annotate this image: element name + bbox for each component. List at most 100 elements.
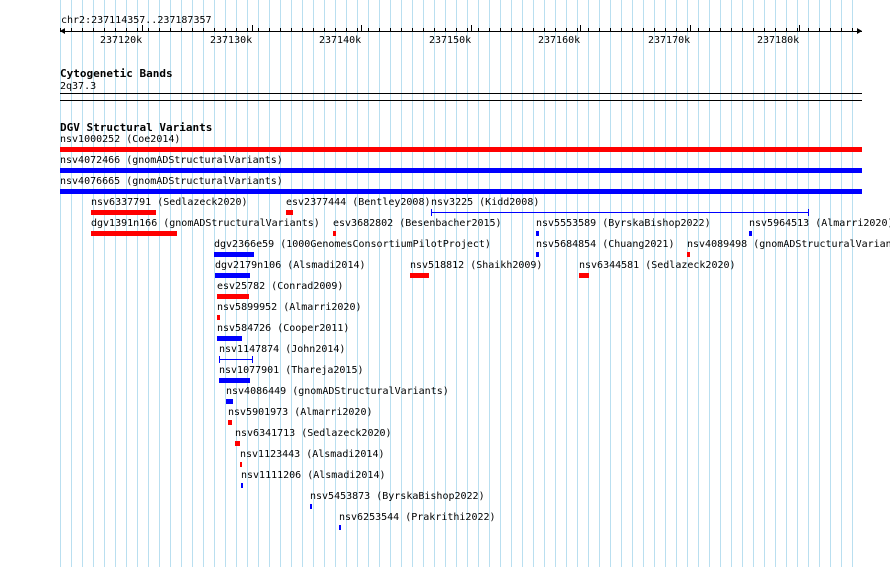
variant-feature[interactable] xyxy=(339,525,341,530)
ruler-minor-tick xyxy=(390,28,391,31)
variant-span-start xyxy=(431,209,432,216)
ruler-minor-tick xyxy=(225,28,226,31)
ruler-minor-tick xyxy=(478,28,479,31)
variant-label[interactable]: nsv6337791 (Sedlazeck2020) xyxy=(91,197,248,209)
variant-label[interactable]: esv3682802 (Besenbacher2015) xyxy=(333,218,502,230)
ruler-minor-tick xyxy=(170,28,171,31)
ruler-minor-tick xyxy=(676,28,677,31)
variant-span-start xyxy=(219,356,220,363)
ruler-minor-tick xyxy=(753,28,754,31)
variant-label[interactable]: dgv2366e59 (1000GenomesConsortiumPilotPr… xyxy=(214,239,491,251)
variant-feature[interactable] xyxy=(60,147,862,152)
variant-label[interactable]: nsv5901973 (Almarri2020) xyxy=(228,407,373,419)
variant-feature[interactable] xyxy=(219,356,253,363)
ruler-minor-tick xyxy=(577,28,578,31)
ruler-minor-tick xyxy=(621,28,622,31)
variant-feature[interactable] xyxy=(410,273,429,278)
ruler-minor-tick xyxy=(533,28,534,31)
variant-feature[interactable] xyxy=(286,210,293,215)
variant-feature[interactable] xyxy=(235,441,240,446)
variant-label[interactable]: nsv6341713 (Sedlazeck2020) xyxy=(235,428,392,440)
variant-label[interactable]: nsv5899952 (Almarri2020) xyxy=(217,302,362,314)
ruler-minor-tick xyxy=(742,28,743,31)
ruler-minor-tick xyxy=(643,28,644,31)
variant-feature[interactable] xyxy=(431,209,809,216)
ruler-minor-tick xyxy=(324,28,325,31)
variant-label[interactable]: esv2377444 (Bentley2008) xyxy=(286,197,431,209)
variant-feature[interactable] xyxy=(226,399,233,404)
ruler-minor-tick xyxy=(445,28,446,31)
variant-label[interactable]: nsv4072466 (gnomADStructuralVariants) xyxy=(60,155,283,167)
variant-label[interactable]: nsv518812 (Shaikh2009) xyxy=(410,260,542,272)
ruler-minor-tick xyxy=(797,28,798,31)
variant-feature[interactable] xyxy=(214,252,254,257)
ruler-minor-tick xyxy=(82,28,83,31)
ruler-minor-tick xyxy=(720,28,721,31)
variant-label[interactable]: nsv5964513 (Almarri2020) xyxy=(749,218,890,230)
variant-feature[interactable] xyxy=(217,336,242,341)
variant-label[interactable]: nsv1123443 (Alsmadi2014) xyxy=(240,449,385,461)
variant-span-end xyxy=(252,356,253,363)
ruler-minor-tick xyxy=(522,28,523,31)
variant-feature[interactable] xyxy=(60,189,862,194)
variant-span-end xyxy=(808,209,809,216)
ruler-minor-tick xyxy=(456,28,457,31)
variant-feature[interactable] xyxy=(310,504,312,509)
ruler-major-tick xyxy=(580,25,581,32)
variant-feature[interactable] xyxy=(217,294,249,299)
variant-feature[interactable] xyxy=(536,252,539,257)
variant-label[interactable]: nsv1000252 (Coe2014) xyxy=(60,134,180,146)
variant-label[interactable]: nsv584726 (Cooper2011) xyxy=(217,323,349,335)
variant-label[interactable]: dgv2179n106 (Alsmadi2014) xyxy=(215,260,366,272)
variant-feature[interactable] xyxy=(228,420,232,425)
variant-feature[interactable] xyxy=(217,315,220,320)
variant-feature[interactable] xyxy=(215,273,250,278)
ruler-tick-label: 237160k xyxy=(538,35,581,46)
ruler-minor-tick xyxy=(126,28,127,31)
variant-feature[interactable] xyxy=(91,210,156,215)
ruler-minor-tick xyxy=(544,28,545,31)
variant-feature[interactable] xyxy=(219,378,250,383)
ruler-major-tick xyxy=(361,25,362,32)
ruler-minor-tick xyxy=(181,28,182,31)
ruler-minor-tick xyxy=(192,28,193,31)
variant-feature[interactable] xyxy=(241,483,243,488)
ruler-minor-tick xyxy=(709,28,710,31)
variant-label[interactable]: nsv1077901 (Thareja2015) xyxy=(219,365,364,377)
cyto-band-line-top xyxy=(60,93,862,94)
variant-label[interactable]: nsv5553589 (ByrskaBishop2022) xyxy=(536,218,711,230)
variant-label[interactable]: nsv4089498 (gnomADStructuralVariants) xyxy=(687,239,890,251)
variant-label[interactable]: nsv6253544 (Prakrithi2022) xyxy=(339,512,496,524)
variant-label[interactable]: esv25782 (Conrad2009) xyxy=(217,281,343,293)
ruler-minor-tick xyxy=(687,28,688,31)
variant-label[interactable]: nsv1111206 (Alsmadi2014) xyxy=(241,470,386,482)
variant-label[interactable]: nsv4086449 (gnomADStructuralVariants) xyxy=(226,386,449,398)
ruler-minor-tick xyxy=(71,28,72,31)
variant-label[interactable]: nsv5684854 (Chuang2021) xyxy=(536,239,674,251)
ruler-minor-tick xyxy=(115,28,116,31)
ruler-minor-tick xyxy=(291,28,292,31)
ruler-major-tick xyxy=(799,25,800,32)
variant-label[interactable]: nsv6344581 (Sedlazeck2020) xyxy=(579,260,736,272)
variant-label[interactable]: nsv5453873 (ByrskaBishop2022) xyxy=(310,491,485,503)
variant-label[interactable]: nsv3225 (Kidd2008) xyxy=(431,197,539,209)
cyto-band-label[interactable]: 2q37.3 xyxy=(60,81,96,93)
variant-label[interactable]: dgv1391n166 (gnomADStructuralVariants) xyxy=(91,218,320,230)
variant-feature[interactable] xyxy=(333,231,336,236)
variant-feature[interactable] xyxy=(536,231,539,236)
variant-feature[interactable] xyxy=(240,462,242,467)
ruler-tick-label: 237170k xyxy=(648,35,691,46)
variant-feature[interactable] xyxy=(749,231,752,236)
ruler-minor-tick xyxy=(665,28,666,31)
ruler-minor-tick xyxy=(104,28,105,31)
variant-feature[interactable] xyxy=(91,231,177,236)
ruler-minor-tick xyxy=(731,28,732,31)
ruler-minor-tick xyxy=(467,28,468,31)
variant-label[interactable]: nsv4076665 (gnomADStructuralVariants) xyxy=(60,176,283,188)
variant-feature[interactable] xyxy=(60,168,862,173)
variant-feature[interactable] xyxy=(687,252,690,257)
ruler-minor-tick xyxy=(269,28,270,31)
variant-feature[interactable] xyxy=(579,273,589,278)
ruler-minor-tick xyxy=(335,28,336,31)
variant-label[interactable]: nsv1147874 (John2014) xyxy=(219,344,345,356)
